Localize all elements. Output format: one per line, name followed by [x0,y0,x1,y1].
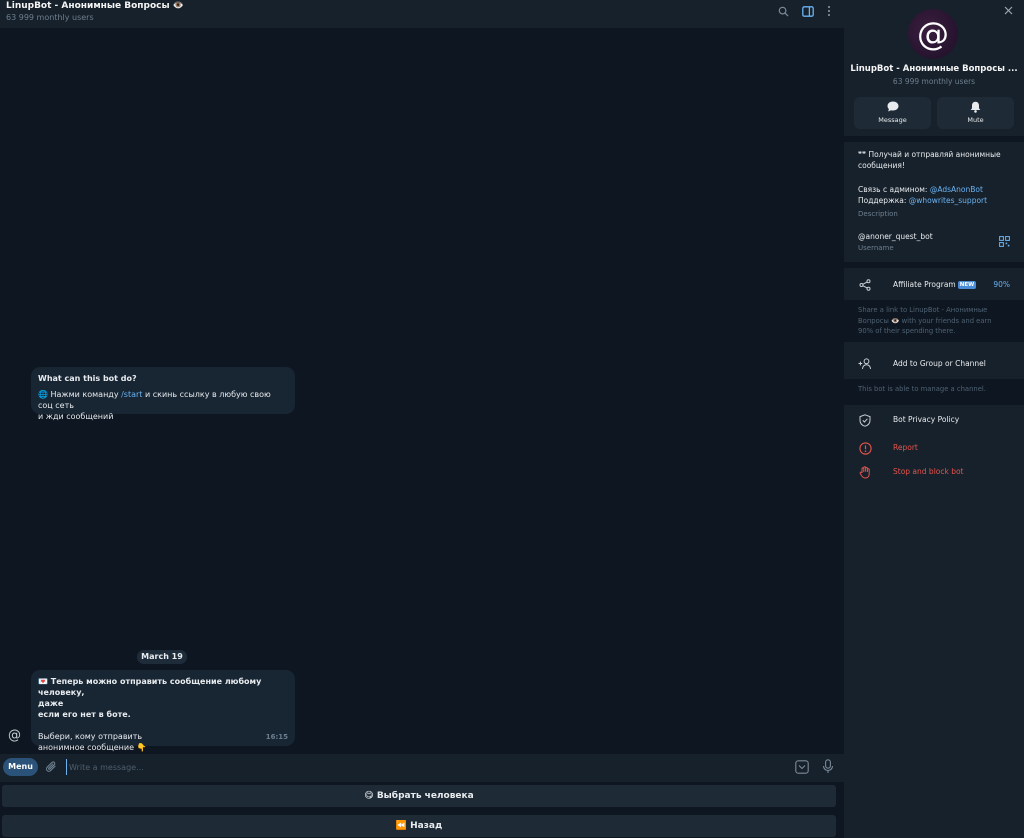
bot-description[interactable]: ❞❞ Получай и отправляй анонимные сообщен… [858,149,1001,206]
message-line: если его нет в боте. [38,710,131,719]
chat-title[interactable]: LinupBot - Анонимные Вопросы 👁️ [6,1,184,11]
add-user-icon [858,357,872,371]
microphone-icon[interactable] [822,759,836,775]
close-icon[interactable] [1001,3,1015,17]
message-time: 16:15 [265,733,288,741]
affiliate-note: Share a link to LinupBot - Анонимные Воп… [844,300,1024,342]
bot-keyboard-icon[interactable] [795,760,810,775]
bot-privacy-policy-row[interactable]: Bot Privacy Policy [844,410,1024,430]
affiliate-note-line: 90% of their spending there. [858,327,956,335]
more-menu-icon[interactable] [821,3,837,19]
affiliate-program-text: Affiliate Program [893,280,956,289]
affiliate-note-line: Вопросы 👁️ with your friends and earn [858,316,992,325]
qr-code-icon[interactable] [999,236,1010,247]
share-icon [858,278,872,292]
bell-icon [937,101,1014,113]
message-line: даже [38,699,64,708]
add-to-group-label: Add to Group or Channel [893,359,986,368]
message-input[interactable] [66,759,766,775]
admin-contact-line: Связь с админом: @AdsAnonBot [858,184,1001,195]
section-divider [844,262,1024,268]
support-contact-label: Поддержка: [858,196,909,205]
support-contact-line: Поддержка: @whowrites_support [858,195,1001,206]
affiliate-program-label: Affiliate Program NEW [893,280,977,289]
shield-icon [858,413,872,427]
bot-intro-line1: 🌐 Нажми команду /start и скинь ссылку в … [38,389,288,411]
chat-bubble-icon [854,101,931,113]
bot-intro-text: 🌐 Нажми команду [38,390,122,399]
message-line: анонимное сообщение 👇 [38,743,147,752]
bot-username[interactable]: @anoner_quest_bot [858,231,933,242]
bot-profile-avatar: @ [908,9,958,59]
message-line: 💌 Теперь можно отправить сообщение любом… [38,677,262,697]
start-command-link[interactable]: /start [121,390,142,399]
mute-button-label: Mute [967,116,984,124]
attach-icon[interactable] [45,760,59,774]
add-to-group-row[interactable]: Add to Group or Channel [844,354,1024,374]
description-line: ❞❞ Получай и отправляй анонимные [858,150,1001,159]
bot-intro-heading: What can this bot do? [38,374,137,383]
stop-and-block-label: Stop and block bot [893,467,964,476]
mute-button[interactable]: Mute [937,97,1014,129]
affiliate-note-line: Share a link to LinupBot - Анонимные [858,306,988,314]
bot-intro-bubble: What can this bot do? 🌐 Нажми команду /s… [31,367,295,421]
bot-info-panel: @ LinupBot - Анонимные Вопросы ... 63 99… [844,0,1024,838]
admin-link[interactable]: @AdsAnonBot [930,185,983,194]
description-line: сообщения! [858,161,905,170]
support-link[interactable]: @whowrites_support [909,196,987,205]
keyboard-button-choose-person[interactable]: 😋 Выбрать человека [2,785,836,807]
report-row[interactable]: Report [844,438,1024,458]
date-separator: March 19 [137,650,187,664]
sidebar-toggle-icon[interactable] [800,3,816,19]
bot-menu-button[interactable]: Menu [3,758,38,776]
description-label: Description [858,210,898,218]
chat-subtitle: 63 999 monthly users [6,13,94,22]
bot-monthly-users: 63 999 monthly users [892,77,976,86]
report-label: Report [893,443,918,452]
chat-header[interactable]: LinupBot - Анонимные Вопросы 👁️ 63 999 m… [0,0,844,28]
add-group-note: This bot is able to manage a channel. [844,379,1024,405]
bot-name: LinupBot - Анонимные Вопросы ... [850,64,1018,74]
admin-contact-label: Связь с админом: [858,185,930,194]
message-button-label: Message [878,116,907,124]
chat-area: LinupBot - Анонимные Вопросы 👁️ 63 999 m… [0,0,844,838]
message-button[interactable]: Message [854,97,931,129]
message-composer: Menu [0,754,844,782]
section-divider [844,136,1024,142]
affiliate-program-row[interactable]: Affiliate Program NEW 90% [844,275,1024,295]
bot-avatar[interactable]: @ [6,728,23,745]
username-label: Username [858,244,894,252]
bot-message-bubble[interactable]: 💌 Теперь можно отправить сообщение любом… [31,670,295,752]
message-line: Выбери, кому отправить [38,732,143,741]
bot-intro-line2: и жди сообщений [38,412,114,421]
new-badge: NEW [957,281,977,289]
stop-and-block-row[interactable]: Stop and block bot [844,462,1024,482]
affiliate-percentage: 90% [993,280,1010,289]
search-icon[interactable] [775,3,791,19]
warning-icon [858,441,872,455]
keyboard-button-back[interactable]: ⏪ Назад [2,815,836,837]
hand-stop-icon [858,465,872,479]
bot-privacy-policy-label: Bot Privacy Policy [893,415,960,424]
